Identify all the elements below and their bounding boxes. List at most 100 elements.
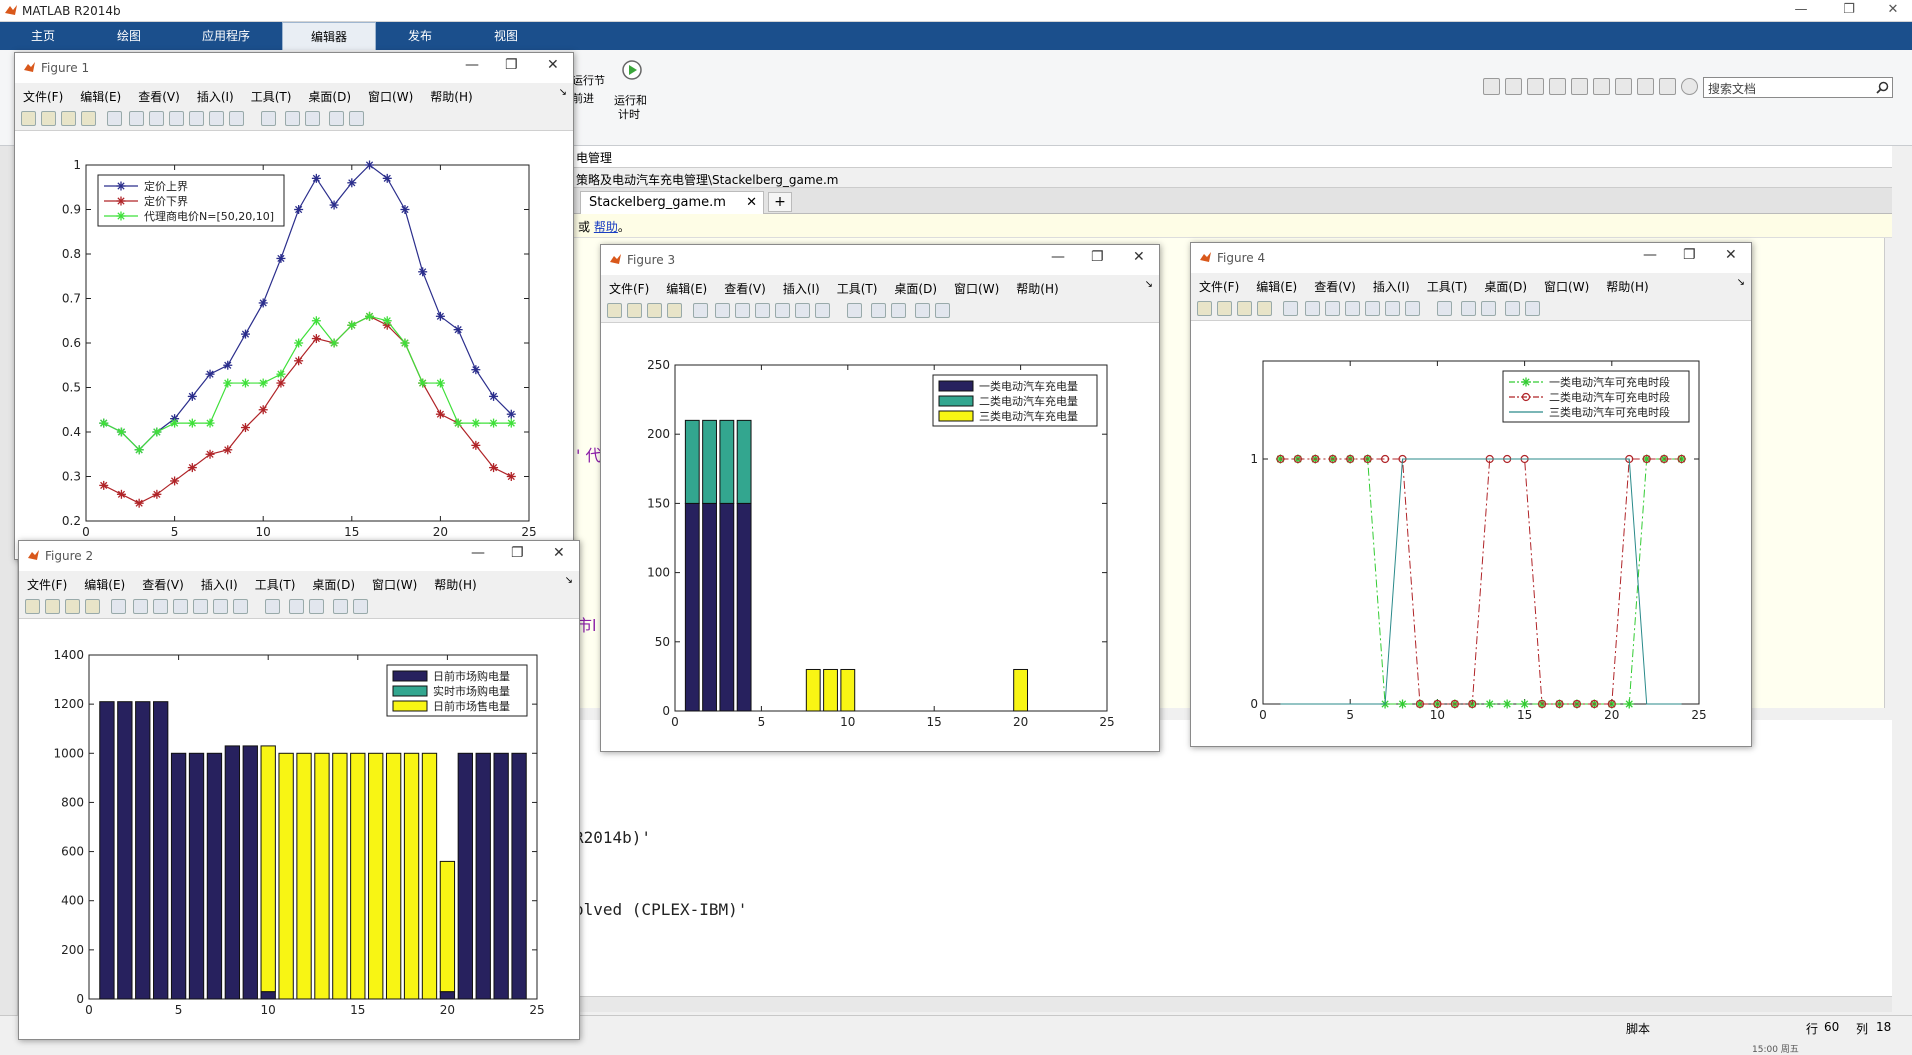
tab-publish[interactable]: 发布 <box>382 22 458 50</box>
tab-editor[interactable]: 编辑器 <box>282 22 376 50</box>
rotate-icon[interactable] <box>775 303 790 318</box>
link-icon[interactable] <box>1437 301 1452 316</box>
figure-menu-item[interactable]: 编辑(E) <box>84 578 125 592</box>
hide-tools-icon[interactable] <box>915 303 930 318</box>
figure-menu-item[interactable]: 工具(T) <box>837 282 878 296</box>
brush-icon[interactable] <box>233 599 248 614</box>
run-section-label[interactable]: 运行节 <box>572 72 605 88</box>
print-icon[interactable] <box>667 303 682 318</box>
save-icon[interactable] <box>1237 301 1252 316</box>
figure-menu-item[interactable]: 文件(F) <box>27 578 67 592</box>
print-icon[interactable] <box>85 599 100 614</box>
menu-overflow-icon[interactable]: ↘ <box>1145 279 1153 290</box>
brush-icon[interactable] <box>1405 301 1420 316</box>
figure-menu-item[interactable]: 插入(I) <box>783 282 820 296</box>
figure-4-window[interactable]: Figure 4 — ❐ ✕ 文件(F) 编辑(E) 查看(V) 插入(I) 工具(T)… <box>1190 242 1752 747</box>
figure-menu-item[interactable]: 文件(F) <box>23 90 63 104</box>
zoom-in-icon[interactable] <box>715 303 730 318</box>
figure-menu-item[interactable]: 工具(T) <box>255 578 296 592</box>
figure-close-button[interactable]: ✕ <box>1133 249 1145 265</box>
figure-menu-item[interactable]: 工具(T) <box>251 90 292 104</box>
command-scrollbar[interactable] <box>572 996 1892 1012</box>
zoom-out-icon[interactable] <box>735 303 750 318</box>
figure-close-button[interactable]: ✕ <box>547 57 559 73</box>
figure-menu-item[interactable]: 查看(V) <box>142 578 184 592</box>
rotate-icon[interactable] <box>193 599 208 614</box>
figure-minimize-button[interactable]: — <box>1643 247 1657 263</box>
tab-apps[interactable]: 应用程序 <box>176 22 276 50</box>
link-icon[interactable] <box>261 111 276 126</box>
link-icon[interactable] <box>265 599 280 614</box>
figure-plot-area[interactable]: 0 5 10 15 20 25 0 1 一类电动汽车可充电时段 二类电动汽车可充电时段 三类电动汽车… <box>1191 321 1751 746</box>
figure-menu-item[interactable]: 文件(F) <box>1199 280 1239 294</box>
maximize-button[interactable]: ❐ <box>1834 2 1864 17</box>
figure-menu-item[interactable]: 帮助(H) <box>430 90 472 104</box>
figure-menu-item[interactable]: 查看(V) <box>138 90 180 104</box>
figure-maximize-button[interactable]: ❐ <box>1091 249 1104 265</box>
figure-menu-item[interactable]: 桌面(D) <box>894 282 937 296</box>
save-icon[interactable] <box>65 599 80 614</box>
pan-icon[interactable] <box>755 303 770 318</box>
figure-minimize-button[interactable]: — <box>1051 249 1065 265</box>
figure-menu-item[interactable]: 窗口(W) <box>372 578 417 592</box>
figure-close-button[interactable]: ✕ <box>553 545 565 561</box>
figure-menu-item[interactable]: 桌面(D) <box>1484 280 1527 294</box>
figure-plot-area[interactable]: 0 5 10 15 20 25 0.2 0.3 0.4 0.5 0.6 0.7 0.8 0.9 1 定价上界定… <box>15 131 573 559</box>
brush-icon[interactable] <box>229 111 244 126</box>
data-cursor-icon[interactable] <box>1385 301 1400 316</box>
figure-menu-item[interactable]: 编辑(E) <box>666 282 707 296</box>
figure-menu-item[interactable]: 插入(I) <box>1373 280 1410 294</box>
figure-menu-item[interactable]: 帮助(H) <box>434 578 476 592</box>
figure-1-window[interactable]: Figure 1 — ❐ ✕ 文件(F) 编辑(E) 查看(V) 插入(I) 工具(T)… <box>14 52 574 560</box>
link-icon[interactable] <box>847 303 862 318</box>
run-time-label-2[interactable]: 计时 <box>618 106 640 122</box>
dock-icon[interactable] <box>935 303 950 318</box>
rotate-icon[interactable] <box>1365 301 1380 316</box>
colorbar-icon[interactable] <box>289 599 304 614</box>
undo-icon[interactable] <box>1593 78 1610 95</box>
hide-tools-icon[interactable] <box>329 111 344 126</box>
zoom-out-icon[interactable] <box>1325 301 1340 316</box>
menu-overflow-icon[interactable]: ↘ <box>565 575 573 586</box>
command-window[interactable]: R2014b)' olved (CPLEX-IBM)' <box>572 720 1892 998</box>
figure-minimize-button[interactable]: — <box>465 57 479 73</box>
legend-icon[interactable] <box>305 111 320 126</box>
save-icon[interactable] <box>61 111 76 126</box>
brush-icon[interactable] <box>815 303 830 318</box>
figure-menu-item[interactable]: 桌面(D) <box>312 578 355 592</box>
tab-home[interactable]: 主页 <box>4 22 82 50</box>
legend-icon[interactable] <box>1481 301 1496 316</box>
dock-icon[interactable] <box>1525 301 1540 316</box>
close-tab-icon[interactable]: ✕ <box>746 195 757 210</box>
tab-plots[interactable]: 绘图 <box>90 22 168 50</box>
zoom-in-icon[interactable] <box>1305 301 1320 316</box>
print-icon[interactable] <box>81 111 96 126</box>
zoom-in-icon[interactable] <box>133 599 148 614</box>
menu-overflow-icon[interactable]: ↘ <box>1737 277 1745 288</box>
figure-maximize-button[interactable]: ❐ <box>1683 247 1696 263</box>
search-input[interactable]: 搜索文档 <box>1703 77 1893 98</box>
new-figure-icon[interactable] <box>21 111 36 126</box>
figure-menu-item[interactable]: 桌面(D) <box>308 90 351 104</box>
figure-menu-item[interactable]: 窗口(W) <box>1544 280 1589 294</box>
close-button[interactable]: ✕ <box>1878 2 1908 17</box>
figure-menu-item[interactable]: 窗口(W) <box>954 282 999 296</box>
menu-overflow-icon[interactable]: ↘ <box>559 87 567 98</box>
figure-menu-item[interactable]: 编辑(E) <box>1256 280 1297 294</box>
paste-icon[interactable] <box>1571 78 1588 95</box>
run-and-time-icon[interactable] <box>620 58 644 82</box>
help-link[interactable]: 帮助 <box>594 220 618 234</box>
open-icon[interactable] <box>627 303 642 318</box>
figure-menu-item[interactable]: 帮助(H) <box>1606 280 1648 294</box>
editor-tab-file[interactable]: Stackelberg_game.m ✕ <box>580 191 764 214</box>
new-figure-icon[interactable] <box>607 303 622 318</box>
figure-close-button[interactable]: ✕ <box>1725 247 1737 263</box>
figure-maximize-button[interactable]: ❐ <box>505 57 518 73</box>
minimize-button[interactable]: — <box>1786 2 1816 17</box>
copy-icon[interactable] <box>1549 78 1566 95</box>
figure-menu-item[interactable]: 工具(T) <box>1427 280 1468 294</box>
save-icon[interactable] <box>1505 78 1522 95</box>
figure-2-window[interactable]: Figure 2 — ❐ ✕ 文件(F) 编辑(E) 查看(V) 插入(I) 工具(T)… <box>18 540 580 1040</box>
editor-scrollbar[interactable] <box>1884 238 1902 708</box>
colorbar-icon[interactable] <box>871 303 886 318</box>
